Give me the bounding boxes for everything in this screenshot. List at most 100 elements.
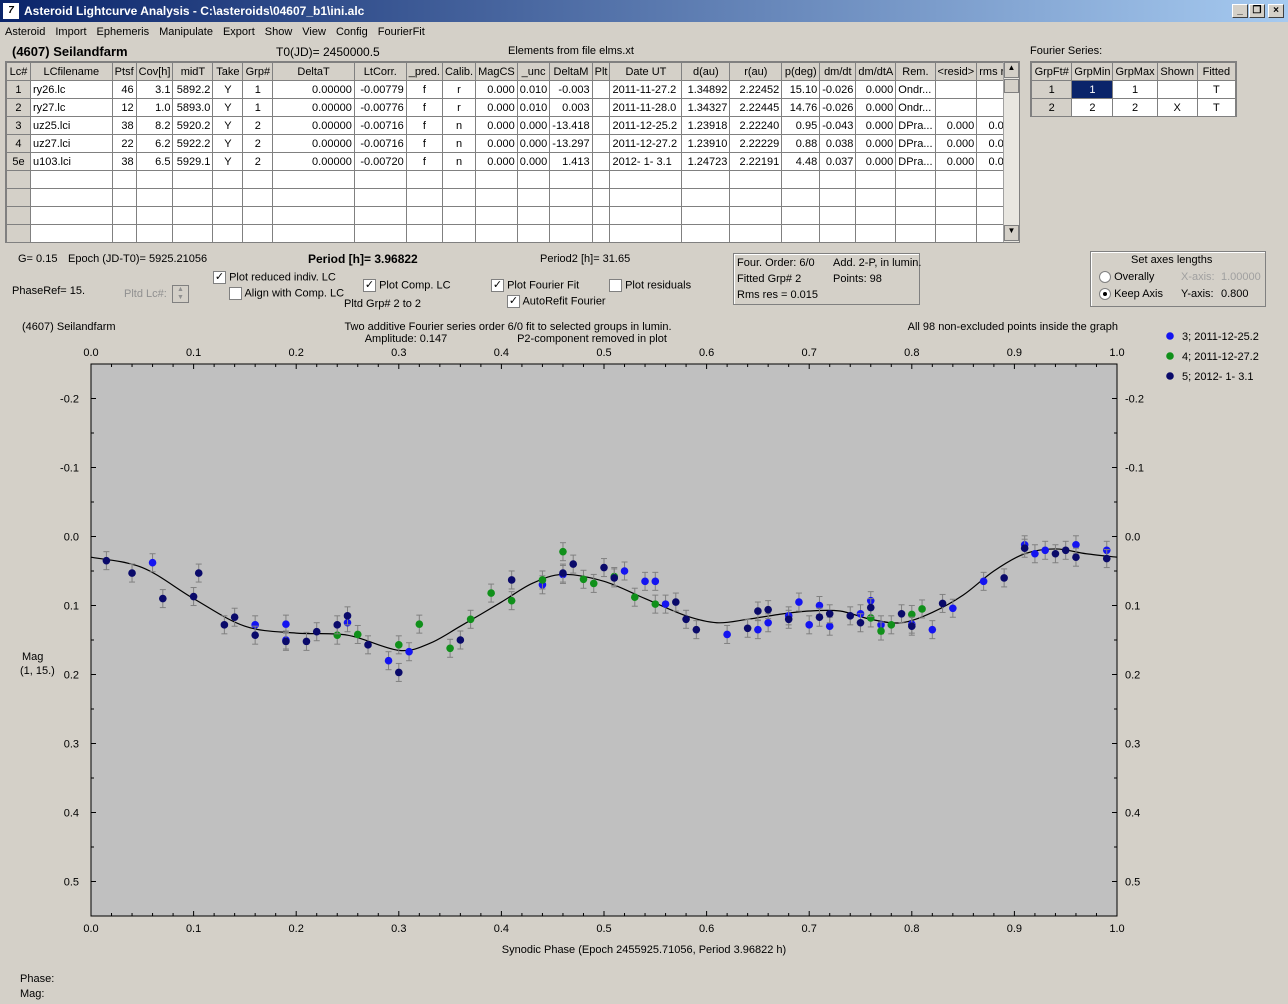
table-cell[interactable] [855, 170, 897, 189]
table-cell[interactable]: 2.22191 [729, 152, 783, 171]
plot-fourier-checkbox[interactable]: ✓ Plot Fourier Fit [491, 279, 579, 292]
table-cell[interactable]: 1.23910 [681, 134, 731, 153]
table-cell[interactable] [135, 170, 174, 189]
table-cell[interactable] [242, 206, 274, 225]
fourier-cell[interactable]: 2 [1112, 98, 1158, 117]
table-cell[interactable] [111, 170, 137, 189]
fourier-column-header[interactable]: Shown [1156, 62, 1198, 81]
table-cell[interactable]: 2011-12-27.2 [609, 134, 683, 153]
table-row[interactable] [6, 170, 1019, 189]
table-cell[interactable] [895, 170, 936, 189]
table-cell[interactable]: 5920.2 [172, 116, 214, 135]
table-cell[interactable]: uz25.lci [29, 116, 113, 135]
table-cell[interactable] [591, 152, 611, 171]
row-header[interactable] [6, 224, 31, 242]
lightcurve-chart[interactable]: (4607) Seilandfarm Two additive Fourier … [10, 312, 1280, 972]
table-cell[interactable] [475, 206, 518, 225]
column-header[interactable]: Date UT [609, 62, 683, 81]
table-cell[interactable] [475, 224, 518, 242]
table-cell[interactable]: 38 [111, 152, 137, 171]
table-cell[interactable]: 0.038 [819, 134, 857, 153]
menu-show[interactable]: Show [260, 24, 298, 38]
fourier-column-header[interactable]: GrpMax [1112, 62, 1158, 81]
table-cell[interactable] [729, 170, 783, 189]
table-cell[interactable] [895, 224, 936, 242]
table-cell[interactable]: 22 [111, 134, 137, 153]
menu-fourierfit[interactable]: FourierFit [373, 24, 430, 38]
table-cell[interactable]: 2.22445 [729, 98, 783, 117]
table-cell[interactable] [111, 188, 137, 207]
row-header[interactable]: 1 [6, 80, 31, 99]
scroll-down-icon[interactable]: ▼ [1004, 225, 1019, 241]
table-cell[interactable] [781, 206, 821, 225]
column-header[interactable]: Ptsf [111, 62, 137, 81]
table-cell[interactable]: -0.00720 [353, 152, 407, 171]
table-cell[interactable]: 2 [242, 152, 274, 171]
table-cell[interactable] [272, 224, 355, 242]
table-cell[interactable]: 0.000 [855, 134, 897, 153]
table-cell[interactable]: 0.000 [934, 152, 978, 171]
table-cell[interactable]: 1.23918 [681, 116, 731, 135]
table-cell[interactable] [819, 224, 857, 242]
table-cell[interactable] [212, 206, 244, 225]
table-cell[interactable]: 1 [242, 80, 274, 99]
table-cell[interactable]: f [405, 134, 443, 153]
table-cell[interactable]: 1 [242, 98, 274, 117]
column-header[interactable]: LCfilename [29, 62, 113, 81]
table-cell[interactable]: 0.000 [475, 116, 518, 135]
table-cell[interactable] [272, 170, 355, 189]
table-cell[interactable]: 0.000 [934, 116, 978, 135]
table-cell[interactable] [855, 206, 897, 225]
table-cell[interactable]: 1.0 [135, 98, 174, 117]
column-header[interactable]: Grp# [242, 62, 274, 81]
fourier-row-header[interactable]: 1 [1030, 80, 1073, 99]
table-cell[interactable]: 2 [242, 116, 274, 135]
fourier-cell[interactable]: 1 [1071, 80, 1114, 99]
table-cell[interactable] [681, 224, 731, 242]
menu-import[interactable]: Import [50, 24, 91, 38]
table-cell[interactable]: r [441, 98, 477, 117]
table-cell[interactable]: 0.000 [475, 80, 518, 99]
table-cell[interactable]: uz27.lci [29, 134, 113, 153]
column-header[interactable]: MagCS [475, 62, 518, 81]
table-cell[interactable] [353, 170, 407, 189]
table-cell[interactable]: r [441, 80, 477, 99]
table-cell[interactable]: 0.000 [934, 134, 978, 153]
table-cell[interactable] [681, 188, 731, 207]
table-cell[interactable]: 0.000 [475, 134, 518, 153]
column-header[interactable]: Rem. [895, 62, 936, 81]
table-cell[interactable] [172, 170, 214, 189]
align-check[interactable] [229, 287, 242, 300]
table-cell[interactable]: 2011-12-25.2 [609, 116, 683, 135]
close-button[interactable]: × [1268, 4, 1284, 18]
table-cell[interactable] [405, 188, 443, 207]
table-cell[interactable]: Y [212, 116, 244, 135]
table-cell[interactable] [212, 224, 244, 242]
table-cell[interactable]: -0.00776 [353, 98, 407, 117]
table-cell[interactable] [729, 206, 783, 225]
plot-comp-check[interactable]: ✓ [363, 279, 376, 292]
table-cell[interactable] [819, 206, 857, 225]
overall-radio-dot[interactable] [1099, 271, 1111, 284]
table-cell[interactable] [405, 170, 443, 189]
column-header[interactable]: _pred. [405, 62, 443, 81]
table-cell[interactable]: 0.88 [781, 134, 821, 153]
table-cell[interactable]: -0.003 [549, 80, 593, 99]
table-cell[interactable]: -0.00716 [353, 116, 407, 135]
table-cell[interactable]: 5893.0 [172, 98, 214, 117]
table-cell[interactable] [272, 188, 355, 207]
fourier-cell[interactable]: X [1156, 98, 1198, 117]
table-cell[interactable] [549, 224, 593, 242]
table-cell[interactable] [212, 188, 244, 207]
table-cell[interactable] [29, 224, 113, 242]
table-cell[interactable] [441, 188, 477, 207]
table-cell[interactable] [591, 170, 611, 189]
plot-reduced-checkbox[interactable]: ✓ Plot reduced indiv. LC [213, 271, 336, 284]
table-cell[interactable]: 1.413 [549, 152, 593, 171]
row-header[interactable]: 4 [6, 134, 31, 153]
fourier-row[interactable]: 222XT [1030, 98, 1237, 117]
table-cell[interactable] [441, 206, 477, 225]
keep-radio-dot[interactable] [1099, 288, 1111, 301]
table-cell[interactable]: 2 [242, 134, 274, 153]
table-cell[interactable] [681, 206, 731, 225]
